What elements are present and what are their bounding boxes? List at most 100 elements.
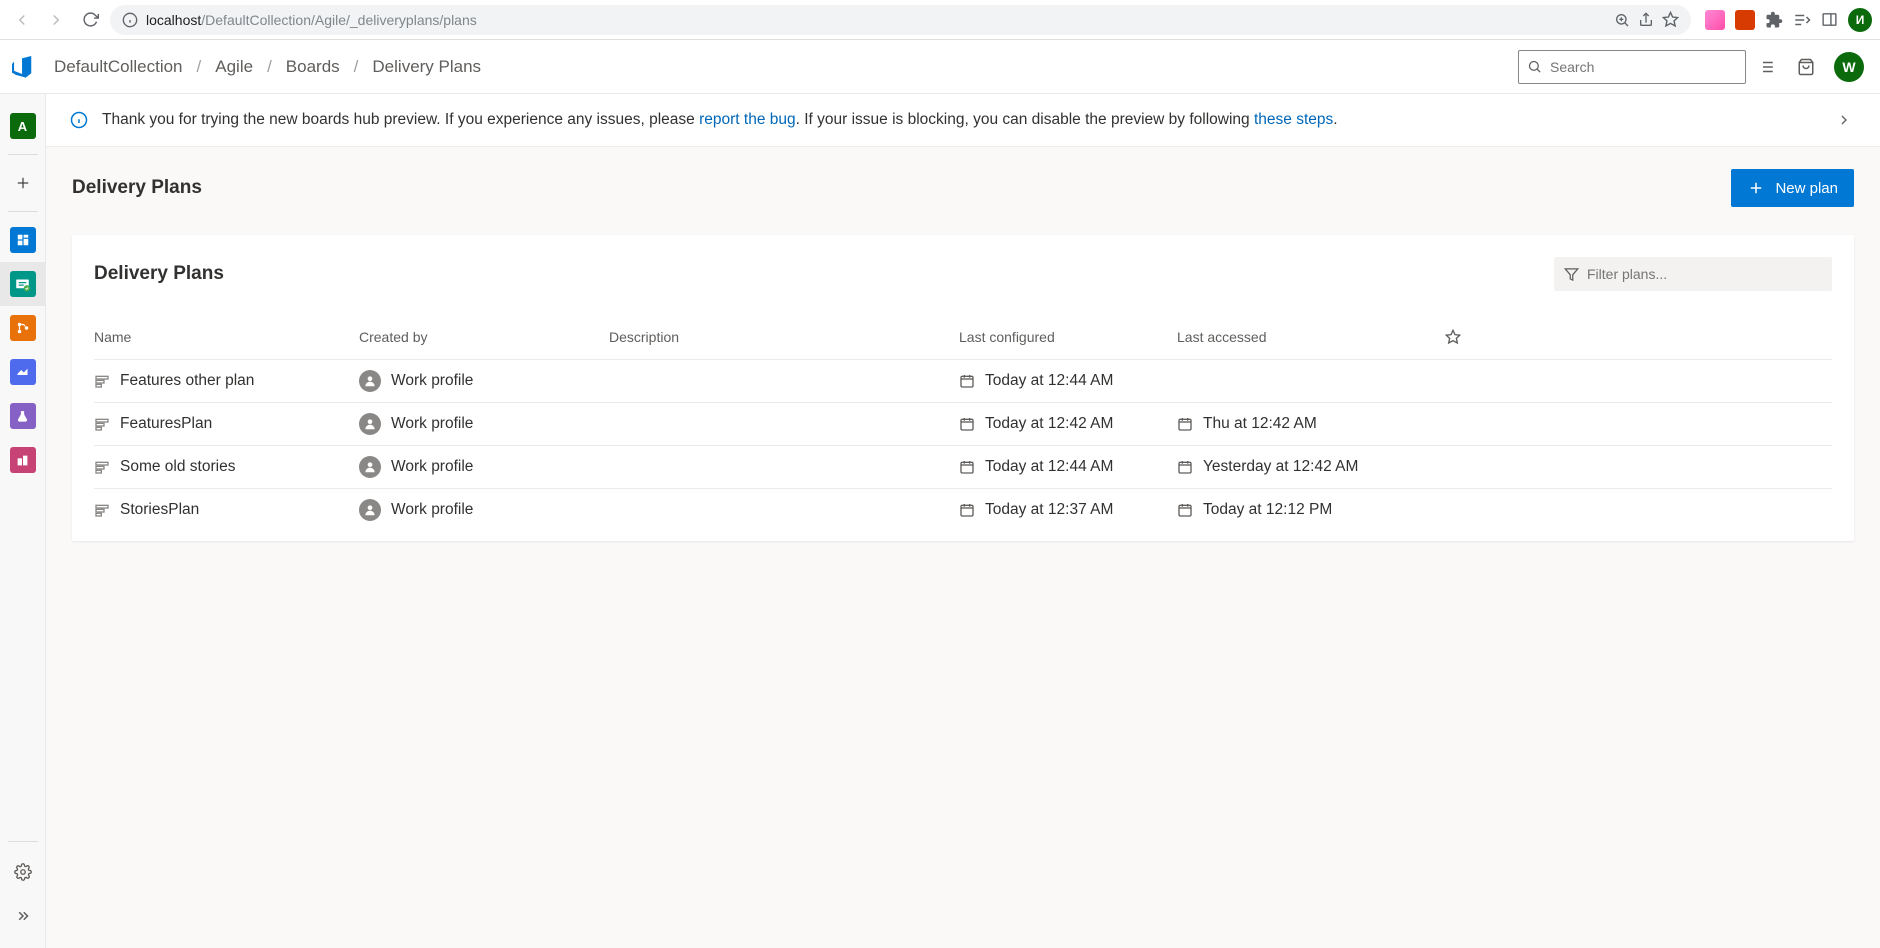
chevron-double-right-icon bbox=[14, 907, 32, 925]
bookmark-star-icon[interactable] bbox=[1662, 11, 1679, 28]
rail-settings[interactable] bbox=[0, 850, 46, 894]
star-icon bbox=[1445, 329, 1461, 345]
filter-box[interactable] bbox=[1554, 257, 1832, 291]
cell-created-by: Work profile bbox=[359, 499, 609, 521]
rail-repos[interactable] bbox=[0, 306, 46, 350]
plans-card: Delivery Plans Name Created by Descripti… bbox=[72, 235, 1854, 541]
extension-icon-1[interactable] bbox=[1705, 10, 1725, 30]
share-icon[interactable] bbox=[1638, 12, 1654, 28]
breadcrumb-item-boards[interactable]: Boards bbox=[286, 57, 340, 77]
search-icon bbox=[1527, 59, 1542, 74]
last-accessed-text: Thu at 12:42 AM bbox=[1203, 415, 1317, 433]
pipelines-icon bbox=[10, 359, 36, 385]
plan-icon bbox=[94, 459, 110, 475]
last-configured-text: Today at 12:37 AM bbox=[985, 501, 1113, 519]
table-row[interactable]: FeaturesPlan Work profile Today at 12:42 A… bbox=[94, 403, 1832, 446]
zoom-icon[interactable] bbox=[1614, 12, 1630, 28]
user-avatar-icon bbox=[359, 456, 381, 478]
plan-name: Features other plan bbox=[120, 372, 254, 390]
table-row[interactable]: Some old stories Work profile Today at 12:… bbox=[94, 446, 1832, 489]
plan-name: FeaturesPlan bbox=[120, 415, 212, 433]
cell-last-configured: Today at 12:44 AM bbox=[959, 458, 1177, 476]
col-created-by[interactable]: Created by bbox=[359, 329, 609, 345]
banner-link-report-bug[interactable]: report the bug bbox=[699, 111, 796, 128]
cell-created-by: Work profile bbox=[359, 370, 609, 392]
browser-profile-avatar[interactable]: И bbox=[1848, 8, 1872, 32]
col-favorite[interactable] bbox=[1423, 329, 1483, 345]
reading-list-icon[interactable] bbox=[1793, 11, 1811, 29]
plan-icon bbox=[94, 373, 110, 389]
breadcrumb-item-collection[interactable]: DefaultCollection bbox=[54, 57, 183, 77]
reload-button[interactable] bbox=[76, 6, 104, 34]
cell-name: StoriesPlan bbox=[94, 501, 359, 519]
rail-overview[interactable] bbox=[0, 218, 46, 262]
table-header: Name Created by Description Last configu… bbox=[94, 319, 1832, 360]
back-button[interactable] bbox=[8, 6, 36, 34]
side-panel-icon[interactable] bbox=[1821, 11, 1838, 28]
page-title: Delivery Plans bbox=[72, 177, 202, 199]
plan-icon bbox=[94, 416, 110, 432]
rail-artifacts[interactable] bbox=[0, 438, 46, 482]
chevron-right-icon bbox=[1836, 112, 1852, 128]
banner-next-button[interactable] bbox=[1832, 108, 1856, 132]
new-plan-button[interactable]: New plan bbox=[1731, 169, 1854, 207]
repos-icon bbox=[10, 315, 36, 341]
col-description[interactable]: Description bbox=[609, 329, 959, 345]
user-avatar[interactable]: W bbox=[1834, 52, 1864, 82]
left-rail: A bbox=[0, 94, 46, 948]
last-configured-text: Today at 12:44 AM bbox=[985, 458, 1113, 476]
browser-toolbar: localhost/DefaultCollection/Agile/_deliv… bbox=[0, 0, 1880, 40]
col-name[interactable]: Name bbox=[94, 329, 359, 345]
rail-boards[interactable] bbox=[0, 262, 46, 306]
breadcrumb-sep: / bbox=[354, 57, 359, 77]
cell-created-by: Work profile bbox=[359, 413, 609, 435]
azure-devops-logo[interactable] bbox=[0, 56, 46, 78]
rail-expand[interactable] bbox=[0, 894, 46, 938]
col-last-accessed[interactable]: Last accessed bbox=[1177, 329, 1423, 345]
table-row[interactable]: Features other planWork profileToday at … bbox=[94, 360, 1832, 403]
cell-last-configured: Today at 12:42 AM bbox=[959, 415, 1177, 433]
boards-icon bbox=[10, 271, 36, 297]
breadcrumb-item-project[interactable]: Agile bbox=[215, 57, 253, 77]
rail-project[interactable]: A bbox=[0, 104, 46, 148]
cell-name: Features other plan bbox=[94, 372, 359, 390]
rail-testplans[interactable] bbox=[0, 394, 46, 438]
created-by-text: Work profile bbox=[391, 458, 473, 476]
search-input[interactable] bbox=[1550, 59, 1737, 75]
forward-button[interactable] bbox=[42, 6, 70, 34]
rail-new[interactable] bbox=[0, 161, 46, 205]
col-last-configured[interactable]: Last configured bbox=[959, 329, 1177, 345]
list-icon[interactable] bbox=[1746, 58, 1786, 76]
page-heading-row: Delivery Plans New plan bbox=[46, 147, 1880, 213]
created-by-text: Work profile bbox=[391, 372, 473, 390]
breadcrumb-item-delivery-plans[interactable]: Delivery Plans bbox=[372, 57, 481, 77]
cell-name: Some old stories bbox=[94, 458, 359, 476]
extension-icon-2[interactable] bbox=[1735, 10, 1755, 30]
last-accessed-text: Today at 12:12 PM bbox=[1203, 501, 1332, 519]
card-title: Delivery Plans bbox=[94, 263, 224, 285]
calendar-icon bbox=[1177, 416, 1193, 432]
card-head: Delivery Plans bbox=[94, 257, 1832, 291]
table-row[interactable]: StoriesPlan Work profile Today at 12:37 AM… bbox=[94, 489, 1832, 531]
created-by-text: Work profile bbox=[391, 415, 473, 433]
gear-icon bbox=[14, 863, 32, 881]
search-box[interactable] bbox=[1518, 50, 1746, 84]
browser-right-icons: И bbox=[1697, 8, 1872, 32]
calendar-icon bbox=[1177, 459, 1193, 475]
banner-text: Thank you for trying the new boards hub … bbox=[102, 111, 1338, 129]
rail-pipelines[interactable] bbox=[0, 350, 46, 394]
extensions-puzzle-icon[interactable] bbox=[1765, 11, 1783, 29]
shopping-bag-icon[interactable] bbox=[1786, 58, 1826, 76]
url-text: localhost/DefaultCollection/Agile/_deliv… bbox=[146, 12, 477, 28]
created-by-text: Work profile bbox=[391, 501, 473, 519]
filter-input[interactable] bbox=[1587, 266, 1822, 282]
last-accessed-text: Yesterday at 12:42 AM bbox=[1203, 458, 1358, 476]
plans-table: Name Created by Description Last configu… bbox=[94, 319, 1832, 531]
info-icon bbox=[70, 111, 88, 129]
filter-icon bbox=[1564, 267, 1579, 282]
banner-link-these-steps[interactable]: these steps bbox=[1254, 111, 1333, 128]
user-avatar-icon bbox=[359, 499, 381, 521]
cell-created-by: Work profile bbox=[359, 456, 609, 478]
address-bar[interactable]: localhost/DefaultCollection/Agile/_deliv… bbox=[110, 5, 1691, 35]
user-avatar-icon bbox=[359, 370, 381, 392]
